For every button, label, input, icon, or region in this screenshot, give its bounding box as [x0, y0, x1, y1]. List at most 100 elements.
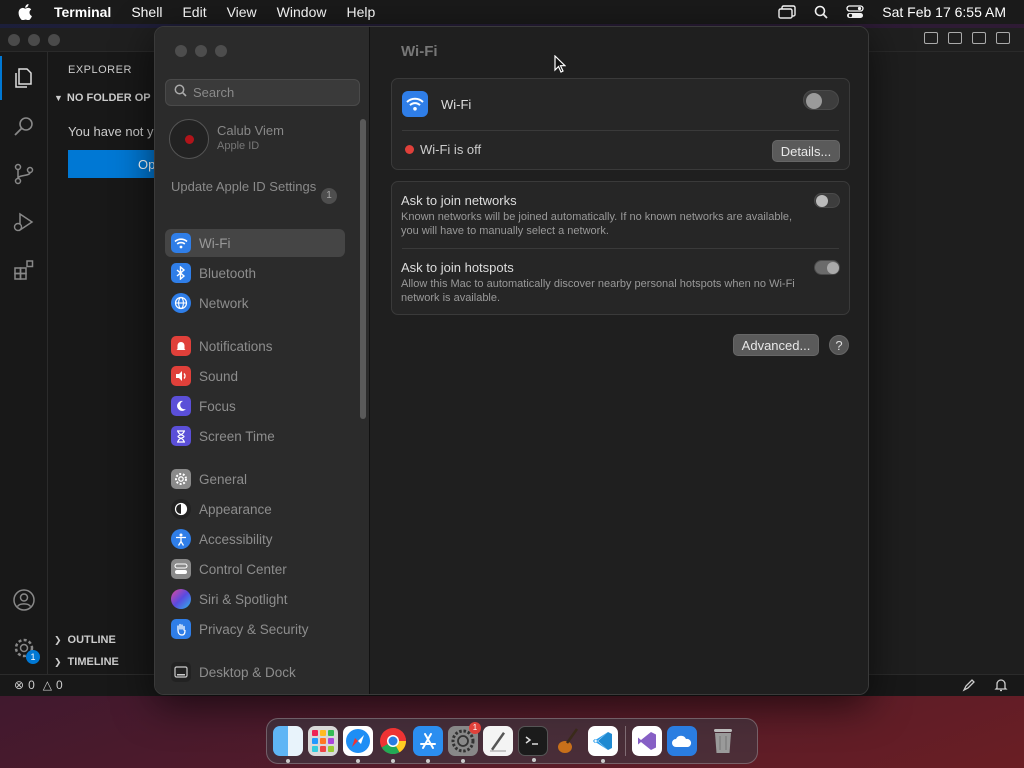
details-button[interactable]: Details... [772, 140, 840, 162]
menu-bar: Terminal Shell Edit View Window Help Sat… [0, 0, 1024, 24]
search-input[interactable] [193, 85, 353, 100]
sidebar-item-privacy-security[interactable]: Privacy & Security [165, 615, 345, 643]
sidebar-item-sound[interactable]: Sound [165, 362, 345, 390]
menu-app-name[interactable]: Terminal [54, 4, 111, 20]
source-control-icon[interactable] [12, 162, 36, 186]
apple-id-account[interactable]: Calub Viem Apple ID [169, 119, 349, 161]
divider [402, 130, 839, 131]
sidebar-item-accessibility[interactable]: Accessibility [165, 525, 345, 553]
sidebar-item-label: Focus [199, 398, 236, 414]
chevron-right-icon: ❯ [54, 657, 62, 667]
search-field[interactable] [165, 79, 360, 106]
apple-menu-icon[interactable] [18, 4, 38, 20]
sidebar-item-network[interactable]: Network [165, 289, 345, 317]
dock-system-settings-icon[interactable]: 1 [448, 722, 481, 763]
problems-indicator[interactable]: ⊗ 0 △ 0 [14, 678, 63, 692]
accounts-icon[interactable] [12, 588, 36, 612]
dock-chrome-icon[interactable] [378, 726, 408, 763]
manage-gear-icon[interactable]: 1 [12, 636, 40, 664]
sidebar-item-appearance[interactable]: Appearance [165, 495, 345, 523]
sidebar-item-screen-time[interactable]: Screen Time [165, 422, 345, 450]
focus-icon [171, 396, 191, 416]
menu-view[interactable]: View [227, 4, 257, 20]
toggle-primary-sidebar-icon[interactable] [924, 32, 938, 44]
settings-update-badge: 1 [26, 650, 40, 664]
dock-finder-icon[interactable] [273, 726, 303, 763]
warning-count: 0 [55, 678, 63, 692]
search-icon[interactable] [12, 114, 36, 138]
minimize-button[interactable] [28, 34, 40, 46]
settings-sidebar: Calub Viem Apple ID Update Apple ID Sett… [155, 27, 370, 694]
menu-shell[interactable]: Shell [131, 4, 162, 20]
customize-layout-icon[interactable] [996, 32, 1010, 44]
status-dot-icon [405, 145, 414, 154]
extensions-icon[interactable] [12, 258, 36, 282]
dock-instruments-icon[interactable] [553, 726, 583, 756]
dock-app-store-icon[interactable] [413, 726, 443, 763]
sidebar-item-label: Notifications [199, 338, 273, 354]
menu-edit[interactable]: Edit [182, 4, 206, 20]
open-folder-button[interactable]: Op [68, 150, 158, 178]
sidebar-item-control-center[interactable]: Control Center [165, 555, 345, 583]
control-center-menu-icon[interactable] [846, 5, 864, 19]
spotlight-search-icon[interactable] [814, 5, 828, 19]
ask-hotspots-toggle[interactable] [814, 260, 840, 275]
sidebar-scrollbar[interactable] [360, 119, 366, 419]
wifi-settings-pane: Wi-Fi Wi-Fi Wi-Fi is off Details... Ask … [371, 27, 868, 694]
mouse-cursor-icon [554, 54, 567, 78]
feedback-icon[interactable] [962, 678, 976, 695]
zoom-button[interactable] [48, 34, 60, 46]
sidebar-item-label: Privacy & Security [199, 621, 309, 637]
sidebar-item-desktop-dock[interactable]: Desktop & Dock [165, 658, 345, 686]
explorer-files-icon[interactable] [0, 56, 36, 100]
wifi-status: Wi-Fi is off [420, 142, 482, 157]
update-badge: 1 [321, 188, 337, 204]
wifi-toggle[interactable] [803, 90, 839, 110]
dock-visual-studio-icon[interactable] [632, 726, 662, 756]
run-debug-icon[interactable] [12, 210, 36, 234]
sidebar-item-notifications[interactable]: Notifications [165, 332, 345, 360]
page-title: Wi-Fi [401, 43, 438, 60]
dock-trash-icon[interactable] [708, 726, 738, 756]
no-folder-section[interactable]: ▼ NO FOLDER OP [54, 92, 151, 104]
account-subtitle: Apple ID [217, 140, 260, 152]
menu-help[interactable]: Help [346, 4, 375, 20]
dock-vscode-icon[interactable] [588, 726, 618, 763]
sidebar-item-general[interactable]: General [165, 465, 345, 493]
control-center-icon [171, 559, 191, 579]
close-button[interactable] [175, 45, 187, 57]
sidebar-item-label: Siri & Spotlight [199, 591, 288, 607]
dock-terminal-icon[interactable] [518, 726, 548, 762]
dock-onedrive-icon[interactable] [667, 726, 697, 756]
stage-manager-icon[interactable] [778, 5, 796, 19]
avatar [169, 119, 209, 159]
menu-clock[interactable]: Sat Feb 17 6:55 AM [882, 4, 1006, 20]
join-options-card: Ask to join networks Known networks will… [391, 181, 850, 315]
divider [402, 248, 839, 249]
dock-launchpad-icon[interactable] [308, 726, 338, 756]
dock-textedit-icon[interactable] [483, 726, 513, 756]
screen-time-icon [171, 426, 191, 446]
notifications-icon [171, 336, 191, 356]
sidebar-item-wifi[interactable]: Wi-Fi [165, 229, 345, 257]
minimize-button[interactable] [195, 45, 207, 57]
dock-safari-icon[interactable] [343, 726, 373, 763]
ask-networks-toggle[interactable] [814, 193, 840, 208]
sidebar-item-bluetooth[interactable]: Bluetooth [165, 259, 345, 287]
sidebar-item-focus[interactable]: Focus [165, 392, 345, 420]
toggle-panel-icon[interactable] [948, 32, 962, 44]
privacy-hand-icon [171, 619, 191, 639]
close-button[interactable] [8, 34, 20, 46]
outline-section[interactable]: ❯ OUTLINE [54, 634, 116, 646]
toggle-secondary-sidebar-icon[interactable] [972, 32, 986, 44]
update-apple-id-settings[interactable]: Update Apple ID Settings [171, 179, 331, 195]
advanced-button[interactable]: Advanced... [733, 334, 819, 356]
timeline-section[interactable]: ❯ TIMELINE [54, 656, 119, 668]
ask-networks-title: Ask to join networks [401, 193, 517, 208]
zoom-button[interactable] [215, 45, 227, 57]
sidebar-item-siri-spotlight[interactable]: Siri & Spotlight [165, 585, 345, 613]
notifications-bell-icon[interactable] [994, 678, 1008, 695]
menu-window[interactable]: Window [277, 4, 327, 20]
help-button[interactable]: ? [829, 335, 849, 355]
ask-hotspots-title: Ask to join hotspots [401, 260, 514, 275]
